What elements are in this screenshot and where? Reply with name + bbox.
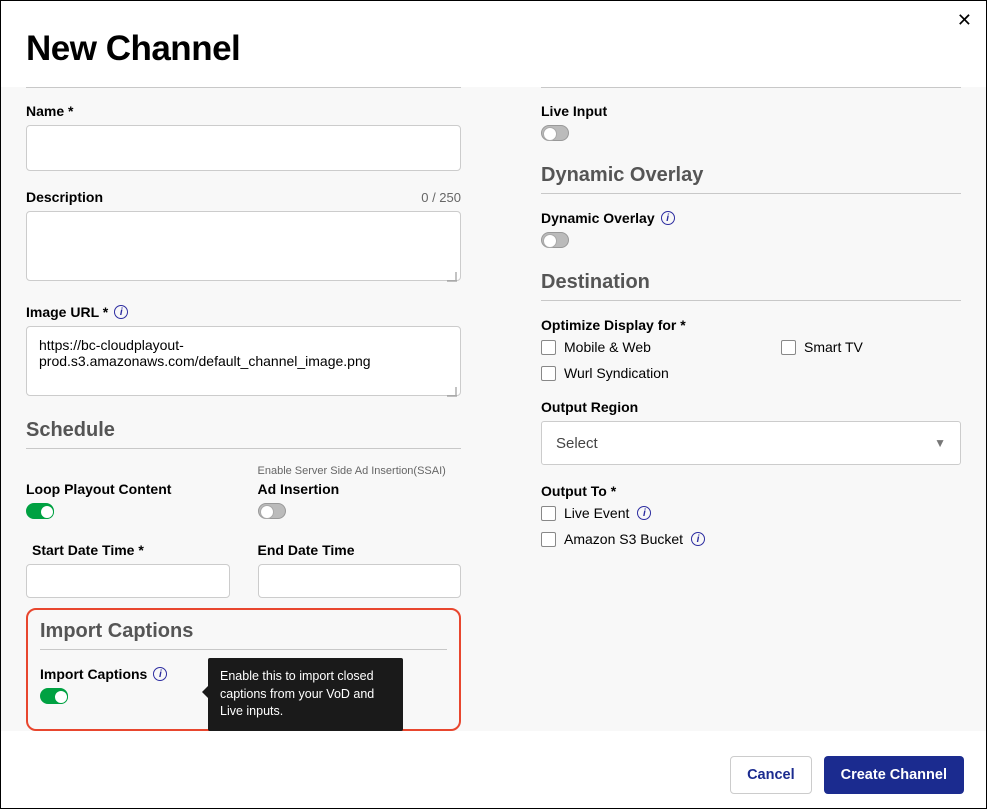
import-captions-section-title: Import Captions: [40, 620, 447, 643]
output-region-select[interactable]: Select ▼: [541, 421, 961, 465]
dynamic-overlay-label: Dynamic Overlay: [541, 210, 655, 226]
checkbox-wurl-label: Wurl Syndication: [564, 365, 669, 381]
output-to-label: Output To *: [541, 483, 961, 499]
checkbox-s3-bucket-label: Amazon S3 Bucket: [564, 531, 683, 547]
destination-section-title: Destination: [541, 271, 961, 294]
checkbox-s3-bucket[interactable]: [541, 532, 556, 547]
dynamic-overlay-toggle[interactable]: [541, 232, 569, 248]
loop-playout-label: Loop Playout Content: [26, 481, 230, 497]
divider: [40, 649, 447, 650]
schedule-section-title: Schedule: [26, 419, 461, 442]
info-icon[interactable]: i: [153, 667, 167, 681]
ssai-hint: Enable Server Side Ad Insertion(SSAI): [258, 465, 462, 477]
cancel-button[interactable]: Cancel: [730, 756, 812, 794]
checkbox-mobile-web-label: Mobile & Web: [564, 339, 651, 355]
dialog-header: New Channel: [1, 1, 986, 87]
name-input[interactable]: [26, 125, 461, 171]
description-label: Description: [26, 189, 103, 205]
loop-playout-toggle[interactable]: [26, 503, 54, 519]
description-input[interactable]: [26, 211, 461, 281]
checkbox-mobile-web[interactable]: [541, 340, 556, 355]
import-captions-toggle[interactable]: [40, 688, 68, 704]
checkbox-smart-tv[interactable]: [781, 340, 796, 355]
divider: [26, 448, 461, 449]
end-datetime-input[interactable]: [258, 564, 462, 598]
dynamic-overlay-section-title: Dynamic Overlay: [541, 164, 961, 187]
optimize-display-label: Optimize Display for *: [541, 317, 961, 333]
description-counter: 0 / 250: [421, 190, 461, 205]
info-icon[interactable]: i: [637, 506, 651, 520]
info-icon[interactable]: i: [114, 305, 128, 319]
end-datetime-label: End Date Time: [258, 542, 462, 558]
start-datetime-input[interactable]: [26, 564, 230, 598]
chevron-down-icon: ▼: [934, 436, 946, 450]
info-icon[interactable]: i: [661, 211, 675, 225]
live-input-toggle[interactable]: [541, 125, 569, 141]
import-captions-tooltip: Enable this to import closed captions fr…: [208, 658, 403, 731]
start-datetime-label: Start Date Time *: [26, 542, 230, 558]
name-label: Name *: [26, 103, 461, 119]
create-channel-button[interactable]: Create Channel: [824, 756, 964, 794]
dialog-title: New Channel: [26, 29, 961, 69]
image-url-label: Image URL *: [26, 304, 108, 320]
ad-insertion-label: Ad Insertion: [258, 481, 462, 497]
close-button[interactable]: ✕: [957, 11, 972, 29]
divider: [541, 87, 961, 88]
checkbox-live-event[interactable]: [541, 506, 556, 521]
divider: [541, 300, 961, 301]
info-icon[interactable]: i: [691, 532, 705, 546]
checkbox-wurl[interactable]: [541, 366, 556, 381]
ad-insertion-toggle[interactable]: [258, 503, 286, 519]
checkbox-live-event-label: Live Event: [564, 505, 629, 521]
dialog-footer: Cancel Create Channel: [1, 742, 986, 808]
output-region-value: Select: [556, 435, 598, 452]
import-captions-highlight: Import Captions Import Captions i Enable…: [26, 608, 461, 731]
checkbox-smart-tv-label: Smart TV: [804, 339, 863, 355]
output-region-label: Output Region: [541, 399, 961, 415]
divider: [541, 193, 961, 194]
divider: [26, 87, 461, 88]
live-input-label: Live Input: [541, 103, 961, 119]
import-captions-label: Import Captions: [40, 666, 147, 682]
image-url-input[interactable]: [26, 326, 461, 396]
